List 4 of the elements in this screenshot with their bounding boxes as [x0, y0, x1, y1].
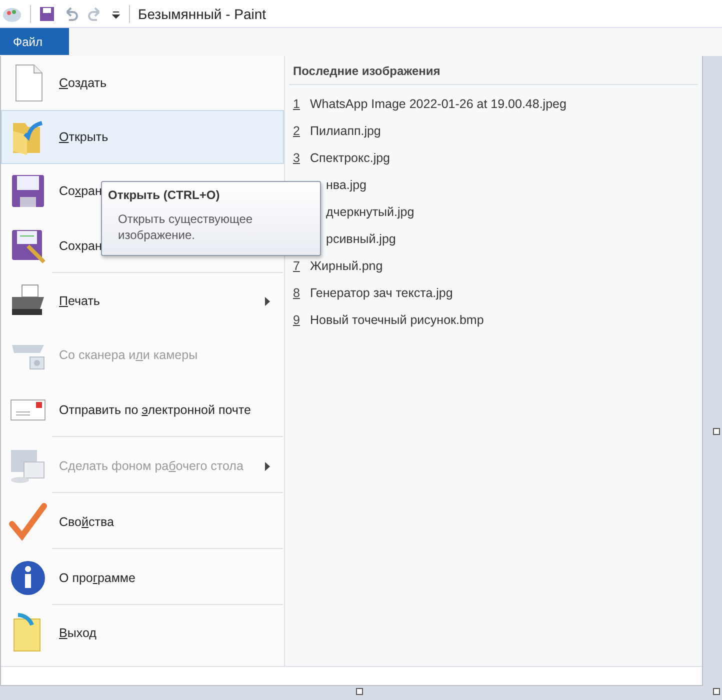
tooltip-title: Открыть (CTRL+O): [108, 188, 221, 202]
tooltip-text: Открыть существующее изображение.: [117, 211, 254, 243]
window-title: Безымянный - Paint: [138, 6, 266, 22]
recent-images-heading: Последние изображения: [289, 56, 698, 85]
